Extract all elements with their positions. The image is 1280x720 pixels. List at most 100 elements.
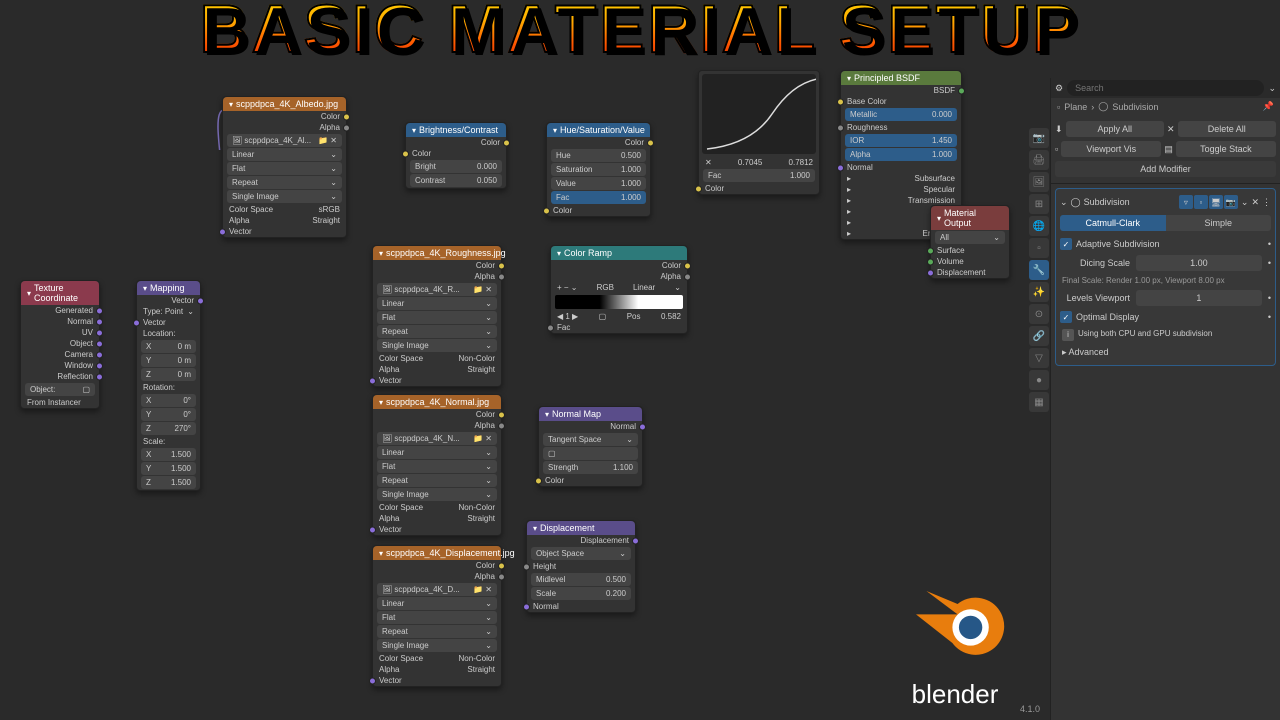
- expand-icon[interactable]: ⌄: [1060, 197, 1068, 208]
- socket-normal-out[interactable]: Normal: [539, 421, 642, 432]
- strength[interactable]: Strength1.100: [543, 461, 638, 474]
- colorspace[interactable]: Color SpaceNon-Color: [373, 353, 501, 364]
- ext[interactable]: Repeat: [227, 176, 342, 189]
- loc-z[interactable]: Z0 m: [141, 368, 196, 381]
- socket-color[interactable]: Color: [551, 260, 687, 271]
- proj[interactable]: Flat: [227, 162, 342, 175]
- search-input[interactable]: [1067, 80, 1264, 96]
- src[interactable]: Single Image: [227, 190, 342, 203]
- ior[interactable]: IOR1.450: [845, 134, 957, 147]
- node-brightness-contrast[interactable]: Brightness/Contrast Color Color Bright0.…: [405, 122, 507, 189]
- mod-close-icon[interactable]: ✕: [1251, 197, 1259, 208]
- node-color-ramp[interactable]: Color Ramp Color Alpha + − ⌄RGBLinear⌄ ◀…: [550, 245, 688, 334]
- close-icon[interactable]: ✕: [1167, 124, 1175, 135]
- node-hsv[interactable]: Hue/Saturation/Value Color Hue0.500 Satu…: [546, 122, 651, 217]
- socket-object[interactable]: Object: [21, 338, 99, 349]
- tab-physics[interactable]: ⊙: [1029, 304, 1049, 324]
- socket-color-out[interactable]: Color: [406, 137, 506, 148]
- image-file[interactable]: 🖼 scppdpca_4K_Al...📁 ✕: [227, 134, 342, 147]
- object-field[interactable]: Object:▢: [25, 383, 95, 396]
- socket-color[interactable]: Color: [373, 260, 501, 271]
- loc-y[interactable]: Y0 m: [141, 354, 196, 367]
- socket-color-in[interactable]: Color: [547, 205, 650, 216]
- socket-color-out[interactable]: Color: [547, 137, 650, 148]
- tab-simple[interactable]: Simple: [1166, 215, 1272, 231]
- viewport-vis-button[interactable]: Viewport Vis: [1061, 141, 1161, 157]
- node-mapping[interactable]: Mapping Vector Type:Point⌄ Vector Locati…: [136, 280, 201, 491]
- tab-output[interactable]: 🖨: [1029, 150, 1049, 170]
- optimal-check[interactable]: ✓Optimal Display•: [1060, 308, 1271, 326]
- node-normal-map[interactable]: Normal Map Normal Tangent Space ▢ Streng…: [538, 406, 643, 487]
- socket-displacement[interactable]: Displacement: [931, 267, 1009, 278]
- viewport-icon[interactable]: ▫: [1055, 144, 1058, 154]
- node-header[interactable]: Normal Map: [539, 407, 642, 421]
- socket-color[interactable]: Color: [373, 560, 501, 571]
- socket-basecolor[interactable]: Base Color: [841, 96, 961, 107]
- apply-all-button[interactable]: Apply All: [1066, 121, 1164, 137]
- node-tex-albedo[interactable]: scppdpca_4K_Albedo.jpg Color Alpha 🖼 scp…: [222, 96, 347, 238]
- socket-vector[interactable]: Vector: [373, 675, 501, 686]
- socket-alpha[interactable]: Alpha: [223, 122, 346, 133]
- options-icon[interactable]: ⚙: [1055, 83, 1063, 94]
- socket-surface[interactable]: Surface: [931, 245, 1009, 256]
- from-instancer[interactable]: From Instancer: [21, 397, 99, 408]
- colorspace[interactable]: Color SpacesRGB: [223, 204, 346, 215]
- alpha-mode[interactable]: AlphaStraight: [373, 664, 501, 675]
- socket-alpha[interactable]: Alpha: [373, 271, 501, 282]
- mod-extra-icon[interactable]: ⋮: [1262, 197, 1271, 208]
- node-header[interactable]: Material Output: [931, 206, 1009, 230]
- socket-color-in[interactable]: Color: [406, 148, 506, 159]
- tab-modifiers[interactable]: 🔧: [1029, 260, 1049, 280]
- ramp-controls[interactable]: + − ⌄RGBLinear⌄: [551, 282, 687, 293]
- socket-alpha[interactable]: Alpha: [373, 571, 501, 582]
- alpha-mode[interactable]: AlphaStraight: [373, 513, 501, 524]
- node-header[interactable]: Color Ramp: [551, 246, 687, 260]
- mod-menu-icon[interactable]: ⌄: [1241, 197, 1249, 208]
- socket-camera[interactable]: Camera: [21, 349, 99, 360]
- node-rgb-curves[interactable]: ✕0.70450.7812 Fac1.000 Color: [698, 70, 820, 195]
- fac[interactable]: Fac1.000: [703, 169, 815, 182]
- curve-widget[interactable]: [702, 74, 816, 154]
- pin-icon[interactable]: 📌: [1263, 101, 1274, 112]
- tab-constraints[interactable]: 🔗: [1029, 326, 1049, 346]
- fac[interactable]: Fac1.000: [551, 191, 646, 204]
- socket-color[interactable]: Color: [373, 409, 501, 420]
- socket-normal[interactable]: Normal: [841, 162, 961, 173]
- tab-particles[interactable]: ✨: [1029, 282, 1049, 302]
- socket-roughness[interactable]: Roughness: [841, 122, 961, 133]
- socket-color[interactable]: Color: [223, 111, 346, 122]
- mod-name[interactable]: Subdivision: [1084, 197, 1130, 207]
- socket-window[interactable]: Window: [21, 360, 99, 371]
- colorspace[interactable]: Color SpaceNon-Color: [373, 502, 501, 513]
- interp[interactable]: Linear: [377, 597, 497, 610]
- curve-coords[interactable]: ✕0.70450.7812: [699, 157, 819, 168]
- socket-disp-out[interactable]: Displacement: [527, 535, 635, 546]
- image-file[interactable]: 🖼 scppdpca_4K_N...📁 ✕: [377, 432, 497, 445]
- node-header[interactable]: scppdpca_4K_Roughness.jpg: [373, 246, 501, 260]
- download-icon[interactable]: ⬇: [1055, 124, 1063, 135]
- grp-specular[interactable]: ▸ Specular: [841, 184, 961, 195]
- socket-height[interactable]: Height: [527, 561, 635, 572]
- socket-generated[interactable]: Generated: [21, 305, 99, 316]
- space[interactable]: Object Space: [531, 547, 631, 560]
- socket-fac[interactable]: Fac: [551, 322, 687, 333]
- tab-data[interactable]: ▽: [1029, 348, 1049, 368]
- target[interactable]: All: [935, 231, 1005, 244]
- node-material-output[interactable]: Material Output All Surface Volume Displ…: [930, 205, 1010, 279]
- ramp-pos[interactable]: ◀ 1 ▶▢Pos0.582: [551, 311, 687, 322]
- image-file[interactable]: 🖼 scppdpca_4K_R...📁 ✕: [377, 283, 497, 296]
- grp-subsurface[interactable]: ▸ Subsurface: [841, 173, 961, 184]
- socket-reflection[interactable]: Reflection: [21, 371, 99, 382]
- socket-color-in[interactable]: Color: [539, 475, 642, 486]
- socket-uv[interactable]: UV: [21, 327, 99, 338]
- midlevel[interactable]: Midlevel0.500: [531, 573, 631, 586]
- image-file[interactable]: 🖼 scppdpca_4K_D...📁 ✕: [377, 583, 497, 596]
- alpha-mode[interactable]: AlphaStraight: [373, 364, 501, 375]
- tab-world[interactable]: 🌐: [1029, 216, 1049, 236]
- socket-vector[interactable]: Vector: [373, 375, 501, 386]
- node-tex-roughness[interactable]: scppdpca_4K_Roughness.jpg Color Alpha 🖼 …: [372, 245, 502, 387]
- scale[interactable]: Scale0.200: [531, 587, 631, 600]
- node-header[interactable]: scppdpca_4K_Displacement.jpg: [373, 546, 501, 560]
- node-header[interactable]: Texture Coordinate: [21, 281, 99, 305]
- bright[interactable]: Bright0.000: [410, 160, 502, 173]
